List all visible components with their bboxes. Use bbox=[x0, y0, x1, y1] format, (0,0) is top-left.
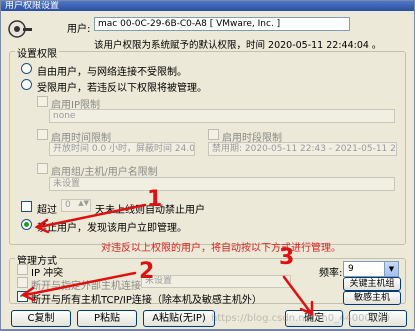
annotation-arrow-3 bbox=[282, 275, 313, 315]
annotation-arrows bbox=[20, 203, 314, 316]
user-permission-dialog: 用户权限设置 用户: mac 00-0C-29-6B-C0-A8 [ VMwar… bbox=[0, 0, 415, 330]
annotation-arrow-1 bbox=[37, 203, 147, 229]
annotation-arrow-2 bbox=[23, 271, 137, 297]
